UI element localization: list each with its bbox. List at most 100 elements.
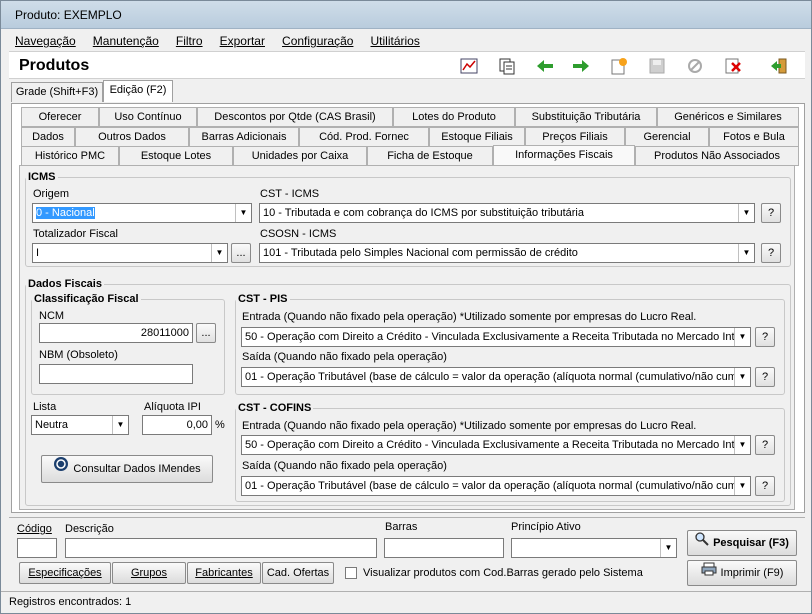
tab-edicao[interactable]: Edição (F2) — [103, 80, 173, 102]
cofins-entrada-label: Entrada (Quando não fixado pela operação… — [242, 420, 697, 432]
menu-navegacao[interactable]: Navegação — [15, 31, 76, 51]
codigo-field[interactable] — [17, 538, 57, 558]
totalizador-browse-button[interactable]: ... — [231, 243, 251, 263]
cofins-saida-select[interactable]: 01 - Operação Tributável (base de cálcul… — [241, 476, 751, 496]
dados-fiscais-legend: Dados Fiscais — [28, 278, 102, 290]
barras-label: Barras — [385, 521, 418, 533]
menu-filtro[interactable]: Filtro — [176, 31, 203, 51]
tab-lotes-produto[interactable]: Lotes do Produto — [393, 107, 515, 127]
status-text: Registros encontrados: 1 — [9, 596, 132, 608]
tab-produtos-nao-associados[interactable]: Produtos Não Associados — [635, 146, 799, 166]
window-title: Produto: EXEMPLO — [15, 8, 122, 22]
origem-label: Origem — [33, 188, 70, 200]
origem-select[interactable]: 0 - Nacional ▼ — [32, 203, 252, 223]
copy-icon[interactable] — [497, 56, 517, 76]
csosn-select[interactable]: 101 - Tributada pelo Simples Nacional co… — [259, 243, 755, 263]
pesquisar-button[interactable]: Pesquisar (F3) — [687, 530, 797, 556]
tab-unidades-caixa[interactable]: Unidades por Caixa — [233, 146, 367, 166]
tab-estoque-lotes[interactable]: Estoque Lotes — [119, 146, 233, 166]
tab-precos-filiais[interactable]: Preços Filiais — [525, 127, 625, 147]
chart-icon[interactable] — [459, 56, 479, 76]
classificacao-legend: Classificação Fiscal — [34, 293, 139, 305]
tab-oferecer[interactable]: Oferecer — [21, 107, 99, 127]
new-icon[interactable] — [609, 56, 629, 76]
tab-informacoes-fiscais[interactable]: Informações Fiscais — [493, 145, 635, 166]
tab-uso-continuo[interactable]: Uso Contínuo — [99, 107, 197, 127]
visualizar-checkbox[interactable] — [345, 567, 357, 579]
chevron-down-icon: ▼ — [660, 539, 676, 557]
descricao-field[interactable] — [65, 538, 377, 558]
tab-substituicao-tributaria[interactable]: Substituição Tributária — [515, 107, 657, 127]
pis-saida-select[interactable]: 01 - Operação Tributável (base de cálcul… — [241, 367, 751, 387]
tab-outros-dados[interactable]: Outros Dados — [75, 127, 189, 147]
menu-utilitarios[interactable]: Utilitários — [371, 31, 420, 51]
imprimir-button[interactable]: Imprimir (F9) — [687, 560, 797, 586]
chevron-down-icon: ▼ — [734, 368, 750, 386]
grupos-button[interactable]: Grupos — [112, 562, 186, 584]
tab-historico-pmc[interactable]: Histórico PMC — [21, 146, 119, 166]
fabricantes-button[interactable]: Fabricantes — [187, 562, 261, 584]
save-icon[interactable] — [647, 56, 667, 76]
tab-ficha-estoque[interactable]: Ficha de Estoque — [367, 146, 493, 166]
tab-barras-adicionais[interactable]: Barras Adicionais — [189, 127, 299, 147]
tab-fotos-bula[interactable]: Fotos e Bula — [709, 127, 799, 147]
tab-dados[interactable]: Dados — [21, 127, 75, 147]
chevron-down-icon: ▼ — [738, 244, 754, 262]
barras-field[interactable] — [384, 538, 504, 558]
cancel-icon[interactable] — [685, 56, 705, 76]
pis-saida-label: Saída (Quando não fixado pela operação) — [242, 351, 447, 363]
search-icon — [695, 531, 709, 555]
imprimir-label: Imprimir (F9) — [720, 567, 784, 579]
pis-entrada-help-button[interactable]: ? — [755, 327, 775, 347]
tab-gerencial[interactable]: Gerencial — [625, 127, 709, 147]
chevron-down-icon: ▼ — [112, 416, 128, 434]
menu-configuracao[interactable]: Configuração — [282, 31, 353, 51]
cofins-entrada-select[interactable]: 50 - Operação com Direito a Crédito - Vi… — [241, 435, 751, 455]
aliquota-label: Alíquota IPI — [144, 401, 201, 413]
cad-ofertas-button[interactable]: Cad. Ofertas — [262, 562, 334, 584]
principio-ativo-label: Princípio Ativo — [511, 521, 581, 533]
cofins-saida-label: Saída (Quando não fixado pela operação) — [242, 460, 447, 472]
status-bar: Registros encontrados: 1 — [1, 591, 811, 613]
csosn-label: CSOSN - ICMS — [260, 228, 337, 240]
application-window: Produto: EXEMPLO Navegação Manutenção Fi… — [0, 0, 812, 614]
descricao-label: Descrição — [65, 523, 114, 535]
page-header: Produtos — [9, 51, 805, 79]
aliquota-field[interactable]: 0,00 — [142, 415, 212, 435]
menu-exportar[interactable]: Exportar — [220, 31, 265, 51]
consultar-imendes-label: Consultar Dados IMendes — [73, 463, 201, 475]
codigo-label: Código — [17, 523, 52, 535]
cofins-saida-help-button[interactable]: ? — [755, 476, 775, 496]
chevron-down-icon: ▼ — [235, 204, 251, 222]
cofins-entrada-help-button[interactable]: ? — [755, 435, 775, 455]
exit-icon[interactable] — [769, 56, 789, 76]
tab-descontos-qtde[interactable]: Descontos por Qtde (CAS Brasil) — [197, 107, 393, 127]
consultar-imendes-button[interactable]: Consultar Dados IMendes — [41, 455, 213, 483]
csosn-help-button[interactable]: ? — [761, 243, 781, 263]
pis-saida-help-button[interactable]: ? — [755, 367, 775, 387]
icms-legend: ICMS — [28, 171, 56, 183]
visualizar-label: Visualizar produtos com Cod.Barras gerad… — [363, 567, 643, 579]
arrow-right-icon[interactable] — [571, 56, 591, 76]
menu-manutencao[interactable]: Manutenção — [93, 31, 159, 51]
lista-select[interactable]: Neutra ▼ — [31, 415, 129, 435]
tab-cod-prod-fornec[interactable]: Cód. Prod. Fornec — [299, 127, 429, 147]
cst-icms-select[interactable]: 10 - Tributada e com cobrança do ICMS po… — [259, 203, 755, 223]
ncm-field[interactable]: 28011000 — [39, 323, 193, 343]
tab-genericos-similares[interactable]: Genéricos e Similares — [657, 107, 799, 127]
nbm-field[interactable] — [39, 364, 193, 384]
totalizador-select[interactable]: I ▼ — [32, 243, 228, 263]
chevron-down-icon: ▼ — [738, 204, 754, 222]
nbm-label: NBM (Obsoleto) — [39, 349, 118, 361]
tab-grade[interactable]: Grade (Shift+F3) — [11, 82, 103, 102]
delete-icon[interactable] — [723, 56, 743, 76]
ncm-browse-button[interactable]: ... — [196, 323, 216, 343]
cst-icms-label: CST - ICMS — [260, 188, 320, 200]
tab-estoque-filiais[interactable]: Estoque Filiais — [429, 127, 525, 147]
especificacoes-button[interactable]: Especificações — [19, 562, 111, 584]
pis-entrada-select[interactable]: 50 - Operação com Direito a Crédito - Vi… — [241, 327, 751, 347]
arrow-left-icon[interactable] — [535, 56, 555, 76]
cst-icms-help-button[interactable]: ? — [761, 203, 781, 223]
cst-pis-legend: CST - PIS — [238, 293, 288, 305]
principio-ativo-select[interactable]: ▼ — [511, 538, 677, 558]
